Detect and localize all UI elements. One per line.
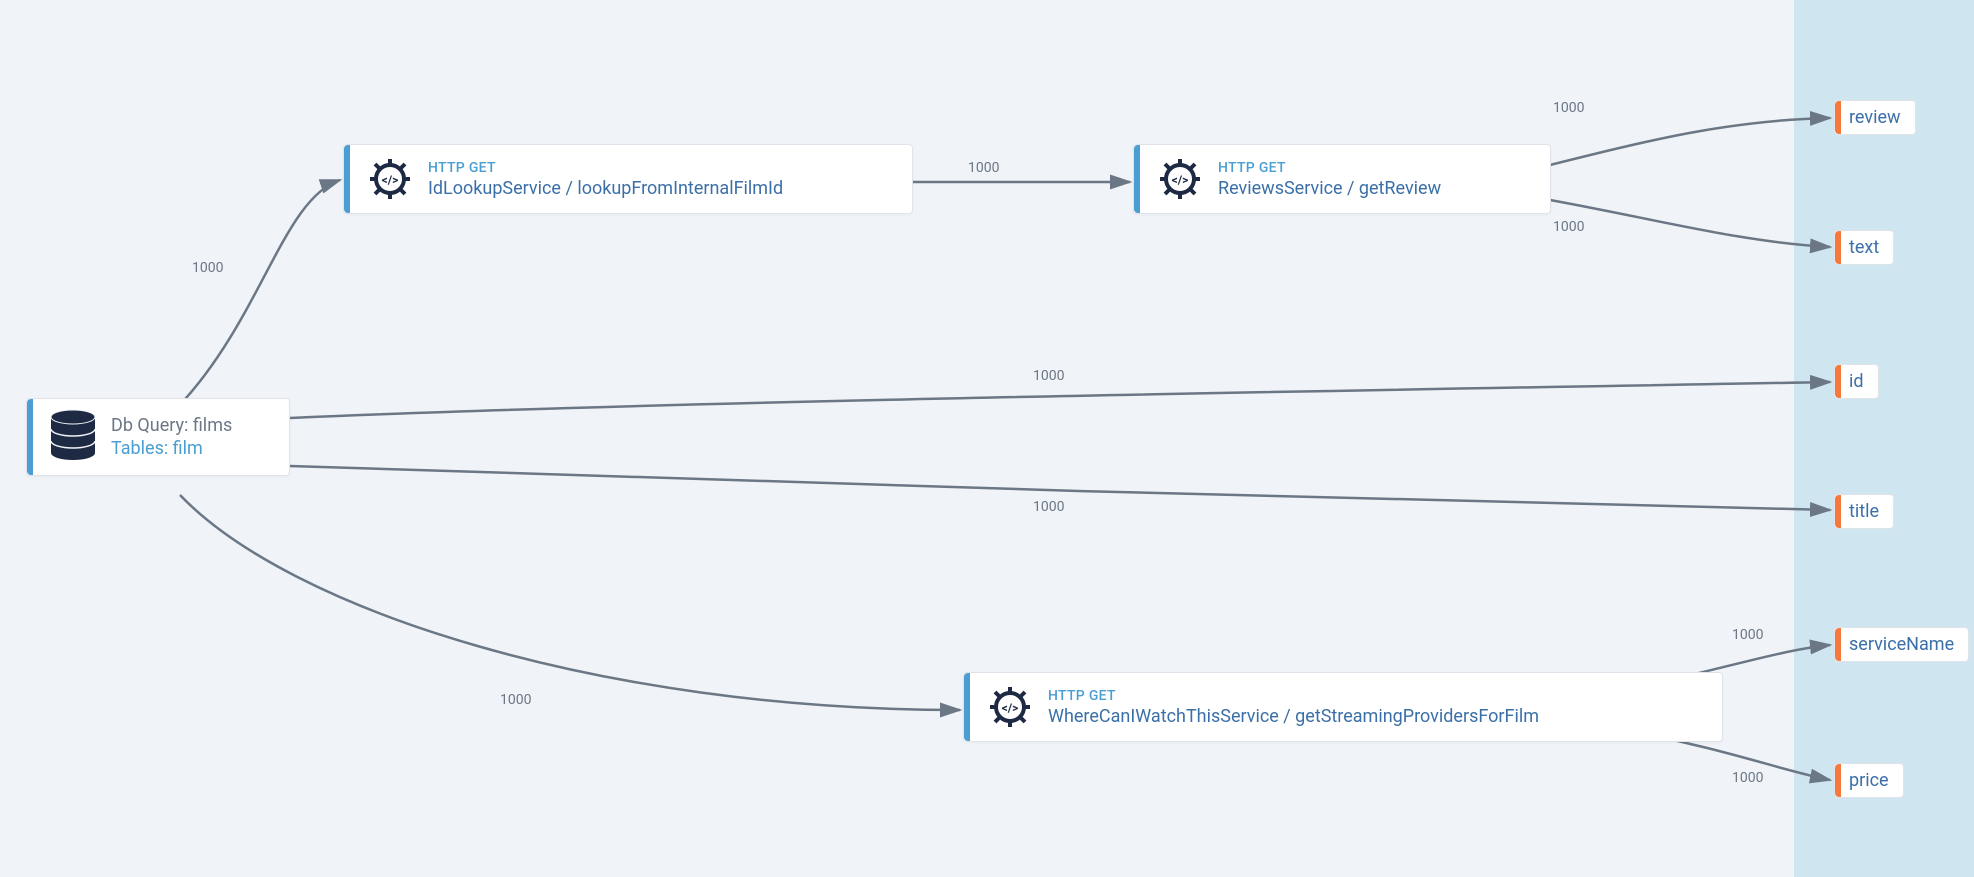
node-accent (1134, 145, 1140, 213)
output-label: id (1849, 371, 1864, 392)
gear-code-icon: </> (1150, 155, 1210, 203)
node-streaming-service[interactable]: </> HTTP GET WhereCanIWatchThisService /… (963, 672, 1723, 742)
node-accent (27, 399, 33, 475)
output-accent (1835, 495, 1841, 528)
output-accent (1835, 764, 1841, 797)
output-tag-review[interactable]: review (1834, 100, 1916, 135)
edge-label: 1000 (968, 160, 999, 176)
output-accent (1835, 628, 1841, 661)
edge-label: 1000 (500, 692, 531, 708)
output-tag-price[interactable]: price (1834, 763, 1904, 798)
output-tag-text[interactable]: text (1834, 230, 1894, 265)
output-accent (1835, 231, 1841, 264)
svg-text:</>: </> (1172, 173, 1189, 187)
output-tag-title[interactable]: title (1834, 494, 1894, 529)
node-accent (344, 145, 350, 213)
node-label: WhereCanIWatchThisService / getStreaming… (1048, 706, 1539, 727)
output-tag-id[interactable]: id (1834, 364, 1879, 399)
edge-label: 1000 (1033, 368, 1064, 384)
node-method: HTTP GET (1048, 688, 1539, 704)
output-label: serviceName (1849, 634, 1954, 655)
svg-text:</>: </> (382, 173, 399, 187)
edge-label: 1000 (1732, 770, 1763, 786)
gear-code-icon: </> (360, 155, 420, 203)
output-tag-serviceName[interactable]: serviceName (1834, 627, 1969, 662)
edge-label: 1000 (1553, 100, 1584, 116)
output-label: text (1849, 237, 1879, 258)
output-label: price (1849, 770, 1889, 791)
node-label: ReviewsService / getReview (1218, 178, 1441, 199)
node-method: HTTP GET (1218, 160, 1441, 176)
output-accent (1835, 365, 1841, 398)
edge-label: 1000 (1033, 499, 1064, 515)
node-accent (964, 673, 970, 741)
node-id-lookup-service[interactable]: </> HTTP GET IdLookupService / lookupFro… (343, 144, 913, 214)
node-db-query-films[interactable]: Db Query: films Tables: film (26, 398, 290, 476)
database-icon (43, 409, 103, 465)
node-method: HTTP GET (428, 160, 783, 176)
edges-layer (0, 0, 1974, 877)
gear-code-icon: </> (980, 683, 1040, 731)
edge-label: 1000 (1553, 219, 1584, 235)
svg-text:</>: </> (1002, 701, 1019, 715)
output-accent (1835, 101, 1841, 134)
node-reviews-service[interactable]: </> HTTP GET ReviewsService / getReview (1133, 144, 1551, 214)
output-label: review (1849, 107, 1901, 128)
node-title: Db Query: films (111, 415, 232, 436)
node-label: IdLookupService / lookupFromInternalFilm… (428, 178, 783, 199)
edge-label: 1000 (192, 260, 223, 276)
output-label: title (1849, 501, 1879, 522)
node-subtitle: Tables: film (111, 438, 232, 459)
edge-label: 1000 (1732, 627, 1763, 643)
